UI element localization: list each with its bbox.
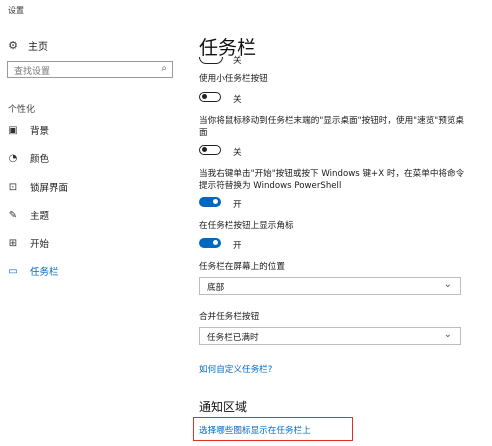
notification-area-heading: 通知区域 bbox=[199, 400, 248, 414]
position-value: 底部 bbox=[207, 283, 225, 293]
sidebar-item-start[interactable]: ⊞ 开始 bbox=[6, 235, 49, 251]
section-label: 个性化 bbox=[8, 105, 36, 115]
sidebar-item-lock-screen[interactable]: ⊡ 锁屏界面 bbox=[6, 179, 68, 195]
toggle-knob bbox=[213, 240, 218, 245]
sidebar-item-taskbar[interactable]: ▭ 任务栏 bbox=[6, 263, 59, 279]
sidebar-item-label: 任务栏 bbox=[30, 267, 59, 278]
sidebar-item-label: 主题 bbox=[30, 211, 50, 222]
sidebar-item-background[interactable]: ▣ 背景 bbox=[6, 122, 49, 138]
search-placeholder: 查找设置 bbox=[14, 67, 51, 77]
toggle-state: 关 bbox=[233, 148, 242, 158]
toggle-small-buttons[interactable] bbox=[199, 92, 221, 102]
toggle-knob bbox=[202, 94, 207, 99]
combine-value: 任务栏已满时 bbox=[207, 333, 259, 343]
toggle-knob bbox=[213, 199, 218, 204]
toggle-powershell[interactable] bbox=[199, 197, 221, 207]
toggle-state: 开 bbox=[233, 200, 242, 210]
home-label: 主页 bbox=[28, 41, 48, 53]
partial-toggle-state: 关 bbox=[233, 56, 242, 66]
sidebar-item-label: 颜色 bbox=[30, 154, 50, 165]
sidebar-home[interactable]: ⚙ 主页 bbox=[6, 38, 48, 53]
setting-label-powershell: 当我右键单击"开始"按钮或按下 Windows 键+X 时，在菜单中将命令提示符… bbox=[199, 169, 465, 191]
setting-label-small-buttons: 使用小任务栏按钮 bbox=[199, 74, 268, 84]
combine-dropdown[interactable]: 任务栏已满时 ⌄ bbox=[199, 327, 461, 345]
toggle-knob bbox=[202, 147, 207, 152]
search-input[interactable]: 查找设置 ⌕ bbox=[7, 61, 173, 78]
lock-screen-icon: ⊡ bbox=[8, 181, 18, 193]
sidebar-item-themes[interactable]: ✎ 主题 bbox=[6, 207, 49, 223]
combine-label: 合并任务栏按钮 bbox=[199, 312, 260, 322]
sidebar-item-label: 背景 bbox=[30, 126, 50, 137]
taskbar-icon: ▭ bbox=[8, 265, 18, 277]
toggle-state: 开 bbox=[233, 241, 242, 251]
sidebar: ⚙ 主页 查找设置 ⌕ 个性化 ▣ 背景 ◔ 颜色 ⊡ 锁屏界面 ✎ 主题 ⊞ … bbox=[0, 0, 185, 446]
sidebar-item-label: 开始 bbox=[30, 239, 50, 250]
brush-icon: ✎ bbox=[8, 209, 18, 221]
start-icon: ⊞ bbox=[8, 237, 18, 249]
toggle-state: 关 bbox=[233, 95, 242, 105]
sidebar-item-colors[interactable]: ◔ 颜色 bbox=[6, 150, 49, 166]
toggle-peek[interactable] bbox=[199, 145, 221, 155]
setting-label-peek: 当你将鼠标移动到任务栏末端的"显示桌面"按钮时，使用"速览"预览桌面 bbox=[199, 116, 465, 138]
image-icon: ▣ bbox=[8, 124, 18, 136]
setting-label-badges: 在任务栏按钮上显示角标 bbox=[199, 221, 294, 231]
partial-toggle[interactable] bbox=[199, 57, 223, 64]
chevron-down-icon: ⌄ bbox=[443, 329, 452, 340]
home-gear-icon: ⚙ bbox=[8, 38, 18, 52]
toggle-badges[interactable] bbox=[199, 238, 221, 248]
customize-taskbar-link[interactable]: 如何自定义任务栏? bbox=[199, 363, 272, 375]
position-label: 任务栏在屏幕上的位置 bbox=[199, 262, 285, 272]
page-title: 任务栏 bbox=[199, 37, 257, 59]
search-icon[interactable]: ⌕ bbox=[161, 63, 167, 74]
position-dropdown[interactable]: 底部 ⌄ bbox=[199, 277, 461, 295]
select-icons-link[interactable]: 选择哪些图标显示在任务栏上 bbox=[199, 424, 311, 436]
palette-icon: ◔ bbox=[8, 152, 18, 164]
chevron-down-icon: ⌄ bbox=[443, 279, 452, 290]
sidebar-item-label: 锁屏界面 bbox=[30, 183, 69, 194]
